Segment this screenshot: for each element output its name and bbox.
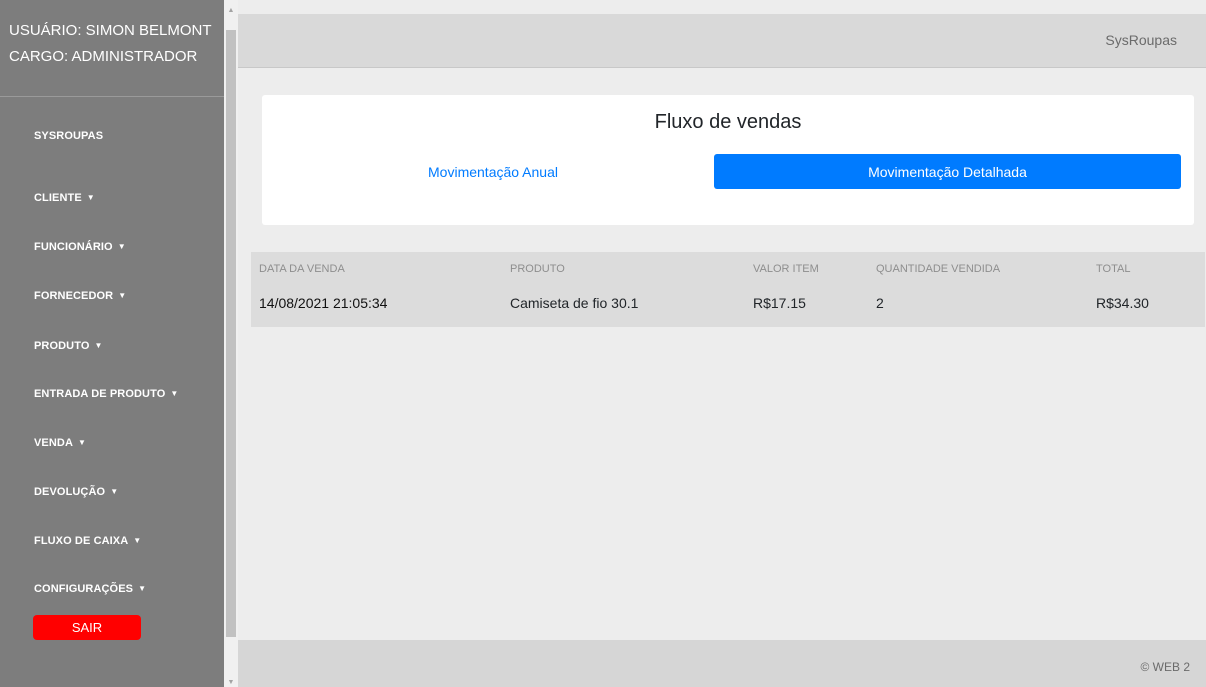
user-name: USUÁRIO: SIMON BELMONT: [9, 22, 212, 39]
column-header-product: PRODUTO: [510, 263, 565, 275]
sidebar-item-devolucao[interactable]: DEVOLUÇÃO ▼: [34, 486, 118, 498]
brand-name[interactable]: SysRoupas: [1105, 32, 1177, 48]
cell-product: Camiseta de fio 30.1: [510, 295, 639, 311]
tab-movimentacao-anual[interactable]: Movimentação Anual: [262, 154, 724, 190]
page-title: Fluxo de vendas: [654, 111, 802, 133]
sidebar-item-fornecedor[interactable]: FORNECEDOR ▼: [34, 290, 126, 302]
sales-table: DATA DA VENDA PRODUTO VALOR ITEM QUANTID…: [251, 252, 1205, 327]
caret-down-icon: ▼: [170, 389, 179, 398]
sidebar-item-label: CLIENTE: [34, 192, 82, 204]
scroll-down-arrow-icon[interactable]: ▼: [224, 676, 238, 687]
sidebar-item-entrada-de-produto[interactable]: ENTRADA DE PRODUTO ▼: [34, 388, 178, 400]
caret-down-icon: ▼: [133, 536, 142, 545]
sidebar-item-label: ENTRADA DE PRODUTO: [34, 388, 166, 400]
sidebar-item-label: FLUXO DE CAIXA: [34, 535, 129, 547]
page-scrollbar[interactable]: ▲ ▼: [224, 0, 238, 687]
footer: © WEB 2: [238, 640, 1206, 687]
sidebar-item-venda[interactable]: VENDA ▼: [34, 437, 86, 449]
user-role: CARGO: ADMINISTRADOR: [9, 48, 198, 65]
caret-down-icon: ▼: [110, 487, 119, 496]
column-header-total: TOTAL: [1096, 263, 1131, 275]
caret-down-icon: ▼: [78, 438, 87, 447]
sidebar-item-produto[interactable]: PRODUTO ▼: [34, 340, 103, 352]
sidebar-item-label: FUNCIONÁRIO: [34, 241, 113, 253]
column-header-item-value: VALOR ITEM: [753, 263, 819, 275]
sidebar-item-label: SYSROUPAS: [34, 130, 104, 142]
caret-down-icon: ▼: [117, 242, 126, 251]
sidebar: USUÁRIO: SIMON BELMONT CARGO: ADMINISTRA…: [0, 0, 224, 687]
logout-button[interactable]: SAIR: [33, 615, 141, 640]
column-header-quantity: QUANTIDADE VENDIDA: [876, 263, 1001, 275]
footer-text: © WEB 2: [1140, 660, 1190, 674]
user-info: USUÁRIO: SIMON BELMONT CARGO: ADMINISTRA…: [0, 0, 224, 97]
tab-movimentacao-detalhada[interactable]: Movimentação Detalhada: [714, 154, 1181, 189]
sidebar-item-label: FORNECEDOR: [34, 290, 114, 302]
scroll-thumb[interactable]: [226, 30, 236, 637]
sidebar-item-label: DEVOLUÇÃO: [34, 486, 106, 498]
top-bar: SysRoupas: [238, 14, 1206, 68]
caret-down-icon: ▼: [138, 584, 147, 593]
sidebar-item-cliente[interactable]: CLIENTE ▼: [34, 192, 95, 204]
sidebar-item-label: PRODUTO: [34, 340, 90, 352]
caret-down-icon: ▼: [94, 341, 103, 350]
caret-down-icon: ▼: [86, 193, 95, 202]
column-header-date: DATA DA VENDA: [259, 263, 345, 275]
sidebar-item-sysroupas[interactable]: SYSROUPAS: [34, 130, 103, 142]
sidebar-item-fluxo-de-caixa[interactable]: FLUXO DE CAIXA ▼: [34, 535, 141, 547]
cell-item-value: R$17.15: [753, 295, 806, 311]
cell-date: 14/08/2021 21:05:34: [259, 295, 388, 311]
cell-total: R$34.30: [1096, 295, 1149, 311]
sales-flow-card: Fluxo de vendas Movimentação Anual Movim…: [262, 95, 1194, 225]
scroll-up-arrow-icon[interactable]: ▲: [224, 4, 238, 18]
sidebar-item-label: VENDA: [34, 437, 74, 449]
caret-down-icon: ▼: [118, 291, 127, 300]
sidebar-item-funcionario[interactable]: FUNCIONÁRIO ▼: [34, 241, 126, 253]
sidebar-item-configuracoes[interactable]: CONFIGURAÇÕES ▼: [34, 583, 146, 595]
cell-quantity: 2: [876, 295, 884, 311]
sidebar-item-label: CONFIGURAÇÕES: [34, 583, 134, 595]
